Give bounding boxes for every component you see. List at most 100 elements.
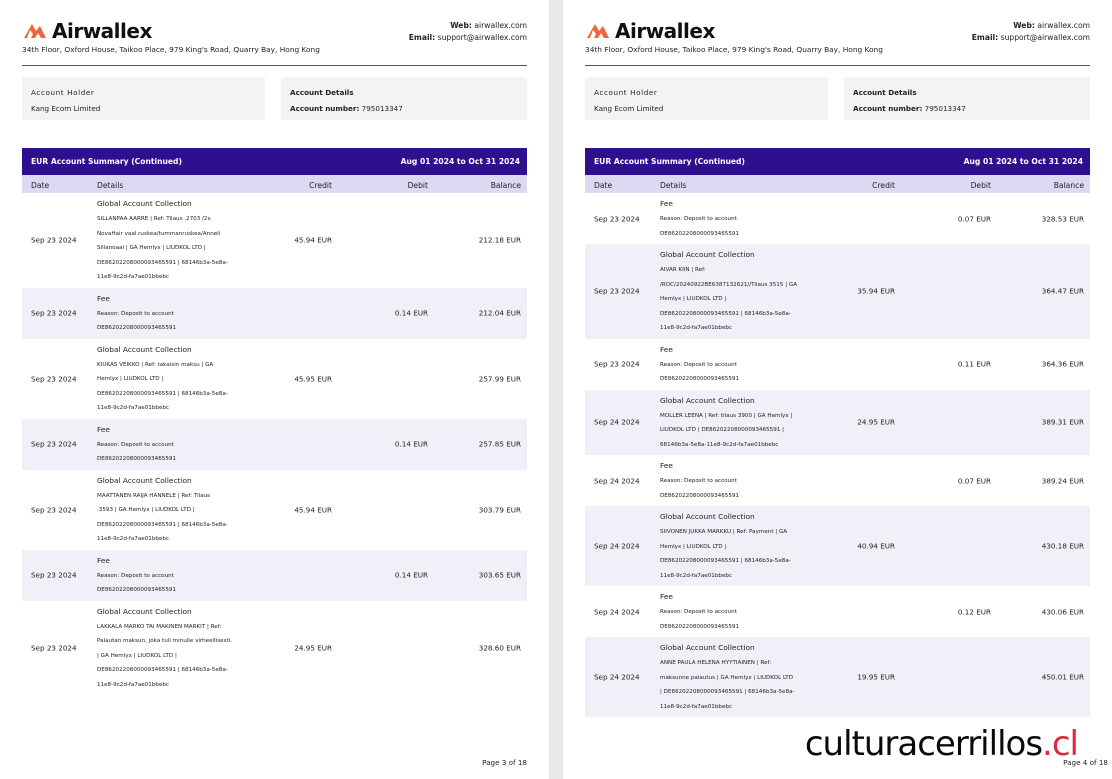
column-debit: Debit <box>970 181 991 190</box>
summary-period: Aug 01 2024 to Oct 31 2024 <box>963 157 1083 166</box>
airwallex-logo-icon <box>587 24 609 38</box>
web-link[interactable]: airwallex.com <box>1037 21 1090 30</box>
row-details: Global Account Collection ANNE PAULA HELE… <box>660 643 800 714</box>
account-holder-value: Kang Ecom Limited <box>594 104 664 113</box>
table-row: Sep 23 2024 Global Account Collection KIUK… <box>22 338 527 419</box>
table-row: Sep 23 2024 Global Account Collection LAKK… <box>22 600 527 695</box>
row-details: Fee Reason: Deposit to account DE862022080… <box>97 556 237 598</box>
summary-period: Aug 01 2024 to Oct 31 2024 <box>400 157 520 166</box>
row-date: Sep 23 2024 <box>31 374 77 383</box>
row-details-line: | DE86202208000093465591 | 68146b3a-5e8a… <box>660 689 795 695</box>
row-details-line: DE86202208000093465591 | 68146b3a-5e8a- <box>97 390 228 397</box>
row-details-line: MAATTANEN RAIJA HANNELE | Ref: Tilaus <box>97 492 211 499</box>
row-details-title: Global Account Collection <box>660 512 755 521</box>
row-date: Sep 24 2024 <box>594 672 640 682</box>
row-balance: 389.31 EUR <box>1041 417 1084 427</box>
row-details-line: 11e8-9c2d-fa7ae01bbebc <box>660 572 733 579</box>
row-details-title: Global Account Collection <box>660 395 755 405</box>
company-address: 34th Floor, Oxford House, Taikoo Place, … <box>22 45 320 54</box>
table-row: Sep 24 2024 Global Account Collection ANNE… <box>585 637 1090 717</box>
row-details-line: Reason: Deposit to account <box>97 572 174 579</box>
row-details-line: Hemlyx | LIUDKOL LTD | <box>660 543 727 550</box>
table-header: Date Details Credit Debit Balance <box>22 175 527 193</box>
row-date: Sep 23 2024 <box>31 570 77 580</box>
summary-bar: EUR Account Summary (Continued) Aug 01 2… <box>585 148 1090 175</box>
web-link[interactable]: airwallex.com <box>474 21 527 30</box>
table-row: Sep 23 2024 Global Account Collection AIVA… <box>585 244 1090 339</box>
email-link[interactable]: support@airwallex.com <box>438 33 527 42</box>
row-details-line: DE86202208000093465591 <box>660 376 740 382</box>
account-number: Account number: 795013347 <box>290 104 403 113</box>
row-details-line: DE86202208000093465591 | 68146b3a-5e8a- <box>97 521 228 528</box>
table-row: Sep 23 2024 Fee Reason: Deposit to account… <box>22 418 527 470</box>
table-row: Sep 24 2024 Global Account Collection MOLL… <box>585 389 1090 455</box>
row-details-line: DE86202208000093465591 <box>97 456 177 462</box>
row-details-line: DE86202208000093465591 | 68146b3a-5e8a- <box>660 558 791 564</box>
account-details-label: Account Details <box>853 88 917 97</box>
row-date: Sep 24 2024 <box>594 476 640 485</box>
table-row: Sep 23 2024 Fee Reason: Deposit to account… <box>22 549 527 601</box>
row-details-line: NovaHair vaal.ruskea/tummanruskea/Anneli <box>97 230 221 237</box>
row-details-title: Fee <box>97 293 110 303</box>
row-details-line: 11e8-9c2d-fa7ae01bbebc <box>97 274 170 280</box>
column-credit: Credit <box>309 181 332 190</box>
row-details-line: | GA Hemlyx | LIUDKOL LTD | <box>97 652 177 659</box>
page-number: Page 3 of 18 <box>482 758 527 767</box>
airwallex-logo: Airwallex <box>22 18 152 44</box>
row-details: Global Account Collection SIIVONEN JUKKA … <box>660 512 800 583</box>
row-details-line: KIUKAS VEIKKO | Ref: takaisin maksu | GA <box>97 361 214 368</box>
contact-info: Web: airwallex.com Email: support@airwal… <box>409 20 527 44</box>
row-details-line: AIVAR KIIN | Ref: <box>660 267 706 273</box>
column-details: Details <box>660 181 687 190</box>
row-details-line: DE86202208000093465591 <box>97 325 177 331</box>
row-balance: 212.18 EUR <box>478 235 521 245</box>
email-label: Email: <box>971 33 999 42</box>
row-details-line: DE86202208000093465591 <box>660 492 740 499</box>
row-balance: 257.99 EUR <box>478 374 521 383</box>
statement-page-4: Airwallex 34th Floor, Oxford House, Taik… <box>563 0 1112 779</box>
row-details-line: 11e8-9c2d-fa7ae01bbebc <box>97 536 170 542</box>
email-label: Email: <box>408 33 436 42</box>
summary-bar: EUR Account Summary (Continued) Aug 01 2… <box>22 148 527 175</box>
row-balance: 328.53 EUR <box>1041 214 1084 223</box>
email-link[interactable]: support@airwallex.com <box>1001 33 1090 42</box>
row-balance: 257.85 EUR <box>478 439 521 449</box>
row-details-line: Reason: Deposit to account <box>660 478 737 484</box>
brand-name: Airwallex <box>615 19 715 43</box>
row-date: Sep 23 2024 <box>31 308 77 318</box>
row-debit: 0.14 EUR <box>394 570 428 580</box>
row-debit: 0.07 EUR <box>957 214 991 223</box>
row-debit: 0.07 EUR <box>957 476 991 485</box>
account-number: Account number: 795013347 <box>853 104 966 113</box>
row-credit: 24.95 EUR <box>294 643 332 653</box>
row-details-line: DE86202208000093465591 <box>660 230 740 237</box>
row-details-line: 11e8-9c2d-fa7ae01bbebc <box>97 405 170 411</box>
row-details-title: Global Account Collection <box>97 475 192 485</box>
row-details-title: Global Account Collection <box>660 250 755 259</box>
column-date: Date <box>594 181 613 190</box>
row-details-line: MOLLER LEENA | Ref: tilaus 3900 | GA Hem… <box>660 412 793 419</box>
table-row: Sep 23 2024 Global Account Collection MAAT… <box>22 469 527 550</box>
transaction-rows: Sep 23 2024 Global Account Collection SILL… <box>22 193 527 695</box>
airwallex-logo: Airwallex <box>585 18 715 44</box>
column-balance: Balance <box>490 181 521 190</box>
row-date: Sep 23 2024 <box>31 643 77 653</box>
row-date: Sep 24 2024 <box>594 541 640 551</box>
row-details-line: DE86202208000093465591 | 68146b3a-5e8a- <box>97 259 228 266</box>
row-balance: 303.79 EUR <box>478 505 521 514</box>
account-holder-box: Account Holder Kang Ecom Limited <box>585 77 828 120</box>
row-debit: 0.14 EUR <box>394 439 428 449</box>
column-credit: Credit <box>872 181 895 190</box>
row-balance: 389.24 EUR <box>1041 476 1084 485</box>
row-details: Global Account Collection AIVAR KIIN | Re… <box>660 250 800 336</box>
row-balance: 303.65 EUR <box>478 570 521 580</box>
row-details: Global Account Collection LAKKALA MARKO T… <box>97 607 237 693</box>
web-label: Web: <box>1013 21 1035 30</box>
row-credit: 19.95 EUR <box>857 672 895 682</box>
row-date: Sep 24 2024 <box>594 607 640 616</box>
row-balance: 328.60 EUR <box>478 643 521 653</box>
row-details-line: 11e8-9c2d-fa7ae01bbebc <box>660 703 733 710</box>
web-label: Web: <box>450 21 472 30</box>
table-row: Sep 23 2024 Fee Reason: Deposit to account… <box>585 338 1090 390</box>
watermark: culturacerrillos.cl <box>804 724 1079 764</box>
